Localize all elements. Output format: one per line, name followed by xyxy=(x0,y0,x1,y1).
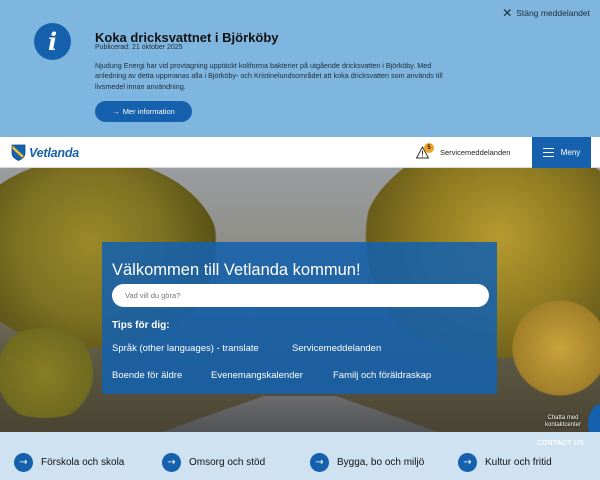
service-messages-link[interactable]: 5 Servicemeddelanden xyxy=(415,143,511,159)
close-icon: ✕ xyxy=(502,6,513,20)
more-info-button[interactable]: → Mer information xyxy=(95,101,192,122)
arrow-right-icon: → xyxy=(458,453,477,472)
alert-title: Koka dricksvattnet i Björköby xyxy=(95,30,279,45)
arrow-right-icon: → xyxy=(112,107,120,116)
category-build-live-environment[interactable]: → Bygga, bo och miljö xyxy=(310,453,424,472)
category-label: Förskola och skola xyxy=(41,457,125,468)
category-nav: CONTACT US → Förskola och skola → Omsorg… xyxy=(0,432,600,480)
category-preschool-school[interactable]: → Förskola och skola xyxy=(14,453,124,472)
more-info-label: Mer information xyxy=(122,107,175,116)
close-alert-button[interactable]: ✕ Stäng meddelandet xyxy=(502,6,590,20)
info-icon: i xyxy=(34,23,71,60)
tip-link-event-calendar[interactable]: Evenemangskalender xyxy=(211,370,303,381)
hamburger-icon xyxy=(542,148,554,157)
category-label: Omsorg och stöd xyxy=(189,457,266,468)
category-culture-leisure[interactable]: → Kultur och fritid xyxy=(458,453,552,472)
tip-link-family[interactable]: Familj och föräldraskap xyxy=(333,370,431,381)
road-image xyxy=(150,396,450,432)
menu-button[interactable]: Meny xyxy=(532,137,591,168)
alert-published-date: Publicerad: 21 oktober 2025 xyxy=(95,44,183,51)
close-alert-label: Stäng meddelandet xyxy=(516,8,590,18)
service-messages-label: Servicemeddelanden xyxy=(440,148,511,157)
alert-body-text: Njudung Energi har vid provtagning upptä… xyxy=(95,61,443,91)
warning-icon: 5 xyxy=(415,143,434,159)
logo-text: Vetlanda xyxy=(29,145,80,160)
tip-link-service-messages[interactable]: Servicemeddelanden xyxy=(292,343,381,354)
hero-title: Välkommen till Vetlanda kommun! xyxy=(112,261,361,279)
chat-label[interactable]: Chatta med kontaktcenter xyxy=(543,415,583,429)
category-label: Bygga, bo och miljö xyxy=(337,457,425,468)
site-logo[interactable]: Vetlanda xyxy=(11,144,79,161)
hero-section: Välkommen till Vetlanda kommun! Tips för… xyxy=(0,168,600,432)
tips-heading: Tips för dig: xyxy=(112,320,170,331)
arrow-right-icon: → xyxy=(310,453,329,472)
category-care-support[interactable]: → Omsorg och stöd xyxy=(162,453,265,472)
arrow-right-icon: → xyxy=(14,453,33,472)
menu-label: Meny xyxy=(560,148,581,157)
tip-link-language[interactable]: Språk (other languages) - translate xyxy=(112,343,259,354)
coat-of-arms-icon xyxy=(11,144,26,161)
contact-us-link[interactable]: CONTACT US xyxy=(537,440,584,447)
tip-link-elderly-housing[interactable]: Boende för äldre xyxy=(112,370,182,381)
search-input[interactable] xyxy=(112,284,489,307)
service-count-badge: 5 xyxy=(424,143,434,153)
site-header: Vetlanda 5 Servicemeddelanden Meny xyxy=(0,137,600,168)
welcome-panel: Välkommen till Vetlanda kommun! Tips för… xyxy=(102,242,497,394)
arrow-right-icon: → xyxy=(162,453,181,472)
alert-banner: i ✕ Stäng meddelandet Koka dricksvattnet… xyxy=(0,0,600,137)
category-label: Kultur och fritid xyxy=(485,457,552,468)
